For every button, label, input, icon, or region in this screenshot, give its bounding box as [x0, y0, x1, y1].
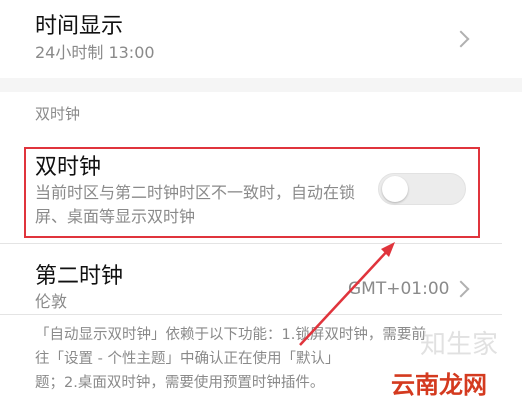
- second-clock-title: 第二时钟: [35, 264, 124, 289]
- footnote-line1: 「自动显示双时钟」依赖于以下功能：1.锁屏双时钟，需要前: [35, 327, 426, 343]
- time-display-row[interactable]: 时间显示 24小时制 13:00: [0, 0, 522, 78]
- chevron-right-icon: [452, 30, 470, 48]
- time-display-subtitle: 24小时制 13:00: [35, 43, 155, 62]
- watermark-faint: 知生家: [420, 330, 499, 360]
- section-spacer: [0, 78, 522, 92]
- divider: [0, 243, 502, 244]
- watermark-logo: 云南龙网: [385, 368, 493, 402]
- divider: [0, 314, 502, 315]
- settings-screen: 时间显示 24小时制 13:00 双时钟 双时钟 当前时区与第二时钟时区不一致时…: [0, 0, 522, 413]
- second-clock-subtitle: 伦敦: [35, 292, 68, 311]
- time-display-title: 时间显示: [35, 14, 124, 39]
- highlight-box: [24, 147, 480, 238]
- chevron-right-icon: [452, 280, 470, 298]
- section-header-dual-clock: 双时钟: [35, 105, 81, 123]
- second-clock-value: GMT+01:00: [348, 279, 450, 299]
